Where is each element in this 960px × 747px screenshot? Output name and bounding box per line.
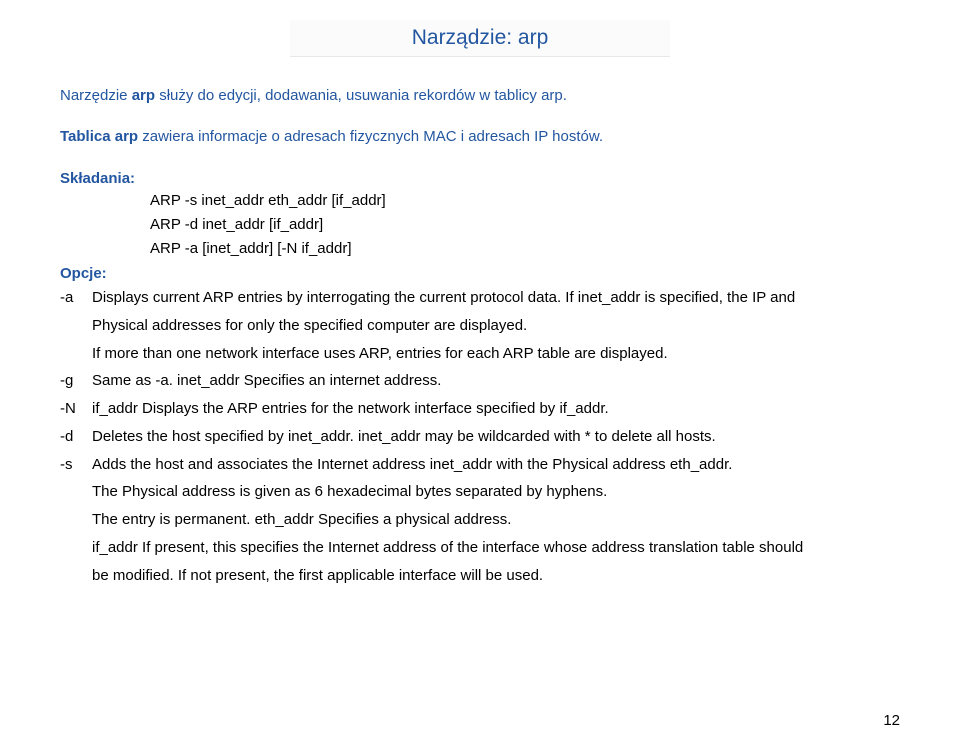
syntax-line-2: ARP -d inet_addr [if_addr] (150, 213, 900, 237)
option-a-text2: Physical addresses for only the specifie… (60, 312, 900, 340)
option-N-row: -N if_addr Displays the ARP entries for … (60, 395, 900, 423)
syntax-line-3: ARP -a [inet_addr] [-N if_addr] (150, 237, 900, 261)
page-title-bar: Narządzie: arp (290, 20, 670, 57)
syntax-label: Składania: (60, 170, 900, 187)
option-s-flag: -s (60, 451, 92, 479)
options-body: -a Displays current ARP entries by inter… (60, 284, 900, 589)
option-N-text: if_addr Displays the ARP entries for the… (92, 395, 900, 423)
option-s-text3: The entry is permanent. eth_addr Specifi… (60, 506, 900, 534)
option-a-row: -a Displays current ARP entries by inter… (60, 284, 900, 312)
option-s-text5: be modified. If not present, the first a… (60, 562, 900, 590)
intro2-bold: Tablica arp (60, 128, 138, 145)
option-d-row: -d Deletes the host specified by inet_ad… (60, 423, 900, 451)
option-a-text3: If more than one network interface uses … (60, 340, 900, 368)
option-d-flag: -d (60, 423, 92, 451)
option-g-text: Same as -a. inet_addr Specifies an inter… (92, 367, 900, 395)
intro-line-2: Tablica arp zawiera informacje o adresac… (60, 126, 900, 149)
page-title: Narządzie: arp (412, 26, 549, 49)
option-N-flag: -N (60, 395, 92, 423)
option-g-flag: -g (60, 367, 92, 395)
page-number: 12 (883, 712, 900, 729)
option-s-text2: The Physical address is given as 6 hexad… (60, 478, 900, 506)
syntax-line-1: ARP -s inet_addr eth_addr [if_addr] (150, 189, 900, 213)
intro1-pre: Narzędzie (60, 87, 132, 104)
options-label: Opcje: (60, 265, 900, 282)
option-d-text: Deletes the host specified by inet_addr.… (92, 423, 900, 451)
option-g-row: -g Same as -a. inet_addr Specifies an in… (60, 367, 900, 395)
intro1-post: służy do edycji, dodawania, usuwania rek… (155, 87, 567, 104)
intro2-post: zawiera informacje o adresach fizycznych… (138, 128, 603, 145)
option-s-text4: if_addr If present, this specifies the I… (60, 534, 900, 562)
option-s-text1: Adds the host and associates the Interne… (92, 451, 900, 479)
option-a-flag: -a (60, 284, 92, 312)
intro-line-1: Narzędzie arp służy do edycji, dodawania… (60, 85, 900, 108)
syntax-block: ARP -s inet_addr eth_addr [if_addr] ARP … (150, 189, 900, 261)
option-s-row: -s Adds the host and associates the Inte… (60, 451, 900, 479)
option-a-text1: Displays current ARP entries by interrog… (92, 284, 900, 312)
intro1-bold: arp (132, 87, 155, 104)
